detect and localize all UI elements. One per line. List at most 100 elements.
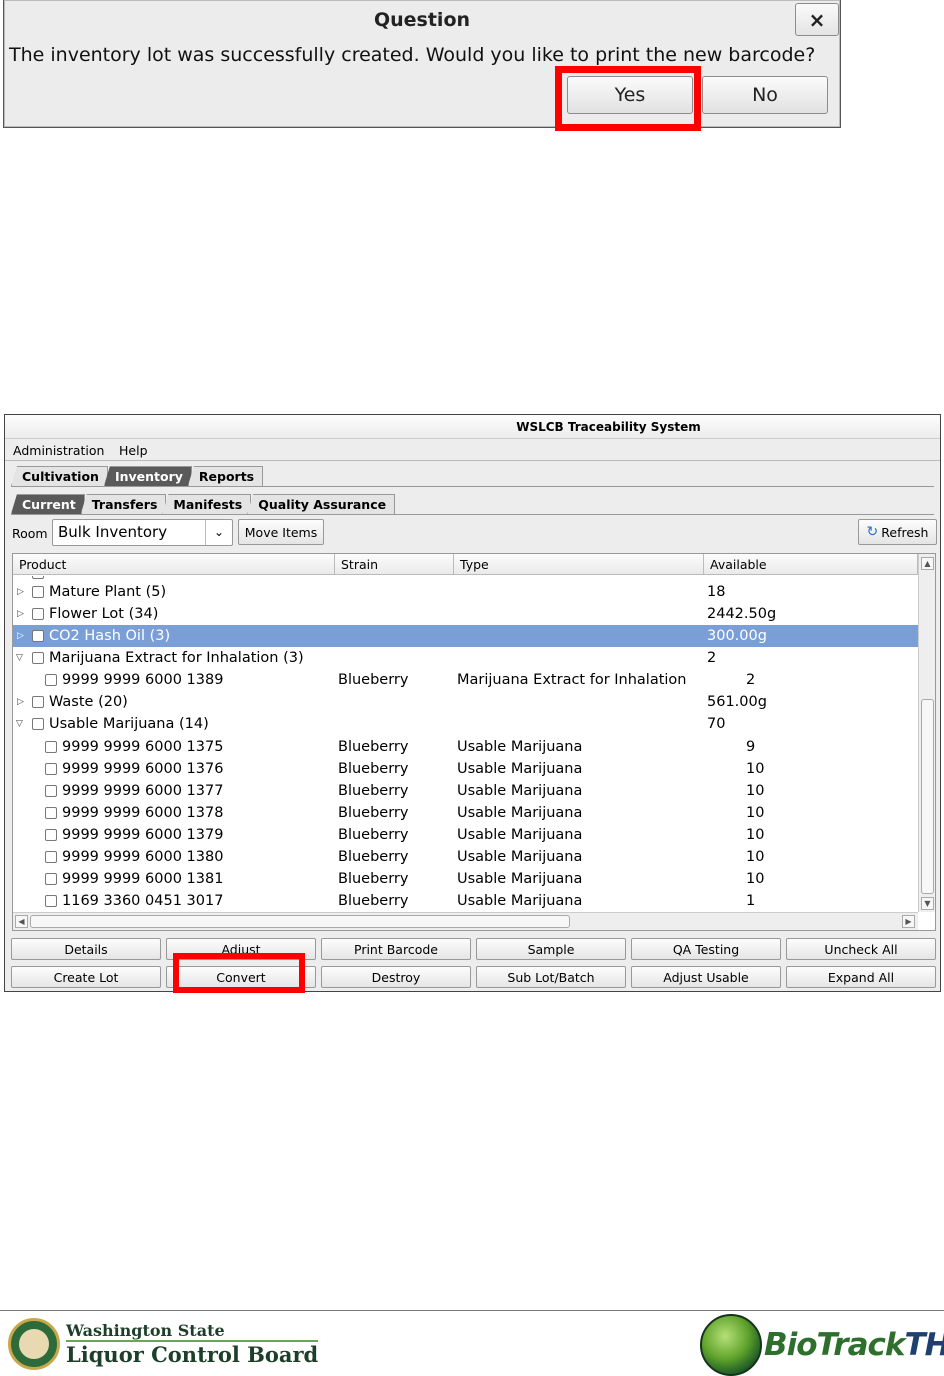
table-row[interactable]: 9999 9999 6000 1375 Blueberry Usable Mar… [13, 736, 918, 758]
refresh-button[interactable]: ↻ Refresh [858, 519, 937, 545]
column-header-type[interactable]: Type [454, 554, 704, 575]
scroll-down-icon[interactable]: ▼ [921, 897, 934, 910]
vertical-scroll-thumb[interactable] [921, 699, 934, 894]
chevron-down-icon[interactable]: ⌄ [205, 520, 232, 545]
row-checkbox[interactable] [45, 785, 57, 797]
tab-manifests[interactable]: Manifests [162, 494, 252, 514]
table-row[interactable]: 9999 9999 6000 1381 Blueberry Usable Mar… [13, 868, 918, 890]
state-seal-icon [8, 1318, 60, 1370]
row-checkbox[interactable] [32, 718, 44, 730]
table-row[interactable]: ▽ Usable Marijuana (14) 70 [13, 713, 918, 735]
cell-strain: Blueberry [338, 871, 409, 887]
scroll-right-icon[interactable]: ▶ [902, 915, 915, 928]
row-checkbox[interactable] [32, 608, 44, 620]
menu-bar: Administration Help [5, 440, 940, 461]
chevron-right-icon[interactable]: ▷ [17, 691, 24, 713]
chevron-down-icon[interactable]: ▽ [16, 647, 23, 669]
row-checkbox[interactable] [45, 895, 57, 907]
row-checkbox[interactable] [45, 873, 57, 885]
column-header-available[interactable]: Available [704, 554, 918, 575]
table-row[interactable]: ▷ Mature Plant (5) 18 [13, 581, 918, 603]
cell-type: Usable Marijuana [457, 739, 583, 755]
create-lot-button[interactable]: Create Lot [11, 966, 161, 988]
tab-current[interactable]: Current [11, 494, 85, 514]
table-row[interactable]: 9999 9999 6000 1389 Blueberry Marijuana … [13, 669, 918, 691]
cell-type: Usable Marijuana [457, 827, 583, 843]
row-checkbox[interactable] [32, 630, 44, 642]
table-row-selected[interactable]: ▷ CO2 Hash Oil (3) 300.00g [13, 625, 918, 647]
vertical-scrollbar[interactable]: ▲ ▼ [918, 554, 935, 912]
table-row[interactable]: 1169 3360 0451 3017 Blueberry Usable Mar… [13, 890, 918, 912]
cell-type: Usable Marijuana [457, 761, 583, 777]
no-button[interactable]: No [702, 76, 828, 114]
details-button[interactable]: Details [11, 938, 161, 960]
chevron-down-icon[interactable]: ▽ [16, 713, 23, 735]
cell-available: 2442.50g [707, 606, 777, 622]
tab-quality-assurance[interactable]: Quality Assurance [247, 494, 396, 514]
menu-help[interactable]: Help [119, 443, 148, 458]
tab-cultivation[interactable]: Cultivation [11, 466, 108, 486]
destroy-button[interactable]: Destroy [321, 966, 471, 988]
row-checkbox[interactable] [32, 576, 44, 579]
horizontal-scrollbar[interactable]: ◀ ▶ [13, 912, 918, 930]
column-header-strain[interactable]: Strain [335, 554, 454, 575]
print-barcode-button[interactable]: Print Barcode [321, 938, 471, 960]
chevron-right-icon[interactable]: ▷ [17, 625, 24, 647]
wslcb-logo-line1: Washington State [66, 1320, 225, 1340]
table-row[interactable]: 9999 9999 6000 1376 Blueberry Usable Mar… [13, 758, 918, 780]
menu-administration[interactable]: Administration [13, 443, 104, 458]
cell-product: 9999 9999 6000 1389 [62, 672, 224, 688]
row-checkbox[interactable] [45, 829, 57, 841]
tab-inventory[interactable]: Inventory [103, 466, 192, 486]
expand-all-button[interactable]: Expand All [786, 966, 936, 988]
qa-testing-button[interactable]: QA Testing [631, 938, 781, 960]
row-checkbox[interactable] [45, 741, 57, 753]
tab-reports[interactable]: Reports [187, 466, 264, 486]
biotrack-thc-wordmark: THC [904, 1327, 944, 1363]
table-row[interactable]: ▽ Marijuana Extract for Inhalation (3) 2 [13, 647, 918, 669]
cell-strain: Blueberry [338, 672, 409, 688]
close-icon[interactable]: × [795, 3, 839, 36]
dialog-message: The inventory lot was successfully creat… [9, 44, 816, 66]
move-items-button[interactable]: Move Items [238, 519, 324, 545]
cell-product: Marijuana Extract for Inhalation (3) [49, 650, 304, 666]
cell-product: Waste (20) [49, 694, 128, 710]
uncheck-all-button[interactable]: Uncheck All [786, 938, 936, 960]
row-checkbox[interactable] [45, 807, 57, 819]
cell-available: 70 [707, 716, 726, 732]
chevron-right-icon[interactable]: ▷ [17, 603, 24, 625]
cell-product: 9999 9999 6000 1380 [62, 849, 224, 865]
adjust-usable-button[interactable]: Adjust Usable [631, 966, 781, 988]
table-row[interactable]: 9999 9999 6000 1379 Blueberry Usable Mar… [13, 824, 918, 846]
row-checkbox[interactable] [45, 763, 57, 775]
horizontal-scroll-thumb[interactable] [30, 915, 570, 928]
sub-lot-batch-button[interactable]: Sub Lot/Batch [476, 966, 626, 988]
cell-strain: Blueberry [338, 805, 409, 821]
scroll-up-icon[interactable]: ▲ [921, 557, 934, 570]
cell-available: 10 [746, 827, 765, 843]
table-row[interactable]: ▷ Flower Lot (34) 2442.50g [13, 603, 918, 625]
row-checkbox[interactable] [45, 851, 57, 863]
table-row[interactable]: 9999 9999 6000 1380 Blueberry Usable Mar… [13, 846, 918, 868]
cell-available: 9 [746, 739, 756, 755]
row-checkbox[interactable] [32, 696, 44, 708]
table-row[interactable]: 9999 9999 6000 1378 Blueberry Usable Mar… [13, 802, 918, 824]
cell-strain: Blueberry [338, 761, 409, 777]
wslcb-logo-line2: Liquor Control Board [66, 1339, 319, 1367]
cell-available: 10 [746, 871, 765, 887]
row-checkbox[interactable] [32, 652, 44, 664]
cell-available: 10 [746, 783, 765, 799]
cell-available: 561.00g [707, 694, 767, 710]
table-row[interactable]: 9999 9999 6000 1377 Blueberry Usable Mar… [13, 780, 918, 802]
window-title: WSLCB Traceability System [5, 415, 940, 439]
tab-transfers[interactable]: Transfers [80, 494, 167, 514]
column-header-product[interactable]: Product [13, 554, 335, 575]
cell-product: CO2 Hash Oil (3) [49, 628, 171, 644]
chevron-right-icon[interactable]: ▷ [17, 581, 24, 603]
scroll-left-icon[interactable]: ◀ [15, 915, 28, 928]
table-row[interactable]: ▷ Waste (20) 561.00g [13, 691, 918, 713]
room-select[interactable]: Bulk Inventory ⌄ [52, 519, 233, 546]
row-checkbox[interactable] [45, 674, 57, 686]
sample-button[interactable]: Sample [476, 938, 626, 960]
row-checkbox[interactable] [32, 586, 44, 598]
